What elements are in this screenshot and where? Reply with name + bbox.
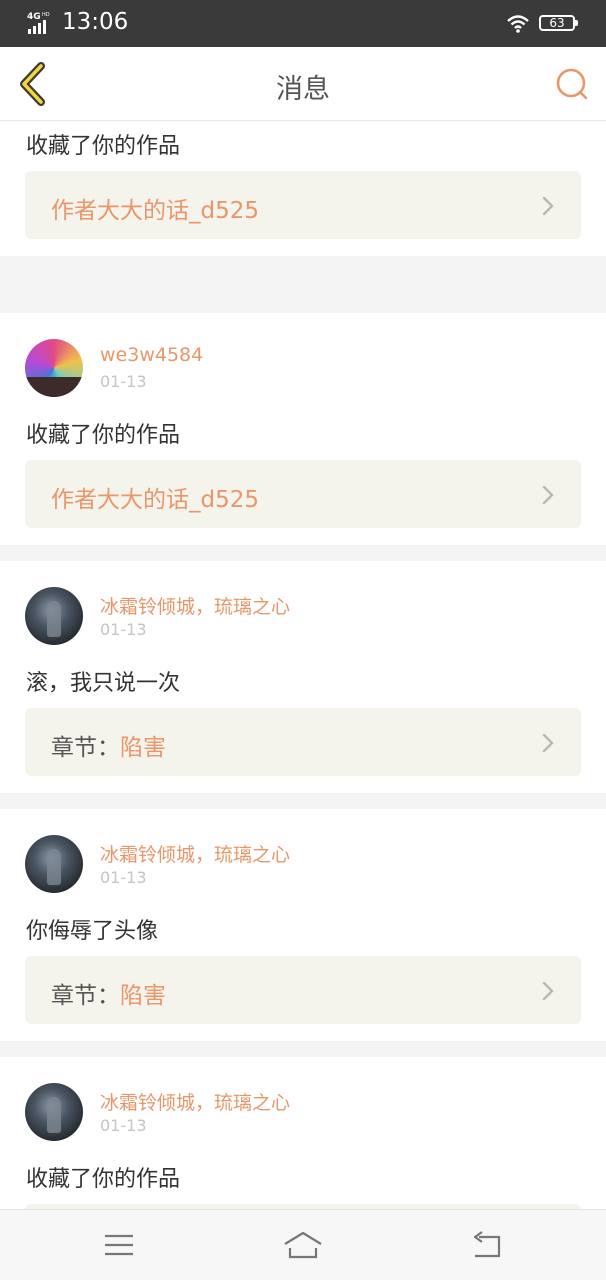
avatar[interactable] (25, 587, 83, 645)
avatar[interactable] (25, 339, 83, 397)
wifi-icon (507, 15, 529, 33)
ref-title: 作者大大的话_d525 (51, 198, 259, 224)
svg-text:HD: HD (42, 12, 50, 18)
message-text: 滚，我只说一次 (26, 671, 181, 696)
avatar[interactable] (25, 1083, 83, 1141)
ref-prefix: 章节： (51, 735, 120, 761)
chapter-link[interactable]: 章节：陷害 (25, 708, 581, 776)
message-date: 01-13 (100, 620, 147, 639)
username[interactable]: we3w4584 (100, 344, 203, 366)
message-list: 01-13 收藏了你的作品 作者大大的话_d525 we3w4584 01-13… (0, 121, 606, 1209)
username[interactable]: 冰霜铃倾城，琉璃之心 (100, 1088, 290, 1115)
chevron-right-icon (542, 981, 554, 1001)
status-bar: 4G HD 13:06 63 (0, 0, 606, 47)
chevron-right-icon (542, 196, 554, 216)
ref-prefix: 章节： (51, 983, 120, 1009)
chapter-title: 章节：陷害 (51, 728, 166, 762)
ref-title: 作者大大的话_d525 (51, 487, 259, 513)
page-title: 消息 (276, 74, 330, 105)
svg-text:4G: 4G (27, 12, 41, 22)
list-item[interactable]: we3w4584 01-13 收藏了你的作品 作者大大的话_d525 (0, 313, 606, 545)
chevron-right-icon (542, 733, 554, 753)
message-text: 收藏了你的作品 (26, 134, 181, 159)
message-text: 你侮辱了头像 (26, 919, 159, 944)
back-icon[interactable] (465, 1230, 509, 1260)
list-item[interactable]: 冰霜铃倾城，琉璃之心 01-13 收藏了你的作品 (0, 1057, 606, 1209)
battery-icon: 63 (539, 15, 578, 31)
username[interactable]: 冰霜铃倾城，琉璃之心 (100, 592, 290, 619)
chapter-link[interactable]: 章节：陷害 (25, 956, 581, 1024)
message-text: 收藏了你的作品 (26, 423, 181, 448)
menu-icon[interactable] (97, 1230, 141, 1260)
ref-title: 陷害 (120, 735, 166, 761)
system-nav-bar (0, 1209, 606, 1280)
list-item[interactable]: 01-13 收藏了你的作品 作者大大的话_d525 (0, 121, 606, 256)
signal-icon: 4G HD (27, 12, 50, 34)
clock: 13:06 (62, 9, 129, 35)
chapter-title: 章节：陷害 (51, 976, 166, 1010)
list-item[interactable]: 冰霜铃倾城，琉璃之心 01-13 你侮辱了头像 章节：陷害 (0, 809, 606, 1041)
message-date: 01-13 (100, 868, 147, 887)
list-item[interactable]: 冰霜铃倾城，琉璃之心 01-13 滚，我只说一次 章节：陷害 (0, 561, 606, 793)
chevron-right-icon (542, 485, 554, 505)
message-text: 收藏了你的作品 (26, 1167, 181, 1192)
home-icon[interactable] (281, 1230, 325, 1260)
username[interactable]: 冰霜铃倾城，琉璃之心 (100, 840, 290, 867)
message-date: 01-13 (100, 372, 147, 391)
work-title: 作者大大的话_d525 (51, 191, 259, 225)
app-header: 消息 (0, 47, 606, 121)
search-icon[interactable] (553, 65, 591, 103)
work-title: 作者大大的话_d525 (51, 480, 259, 514)
ref-title: 陷害 (120, 983, 166, 1009)
message-date: 01-13 (100, 1116, 147, 1135)
work-link[interactable]: 作者大大的话_d525 (25, 171, 581, 239)
avatar[interactable] (25, 835, 83, 893)
work-link[interactable]: 作者大大的话_d525 (25, 460, 581, 528)
